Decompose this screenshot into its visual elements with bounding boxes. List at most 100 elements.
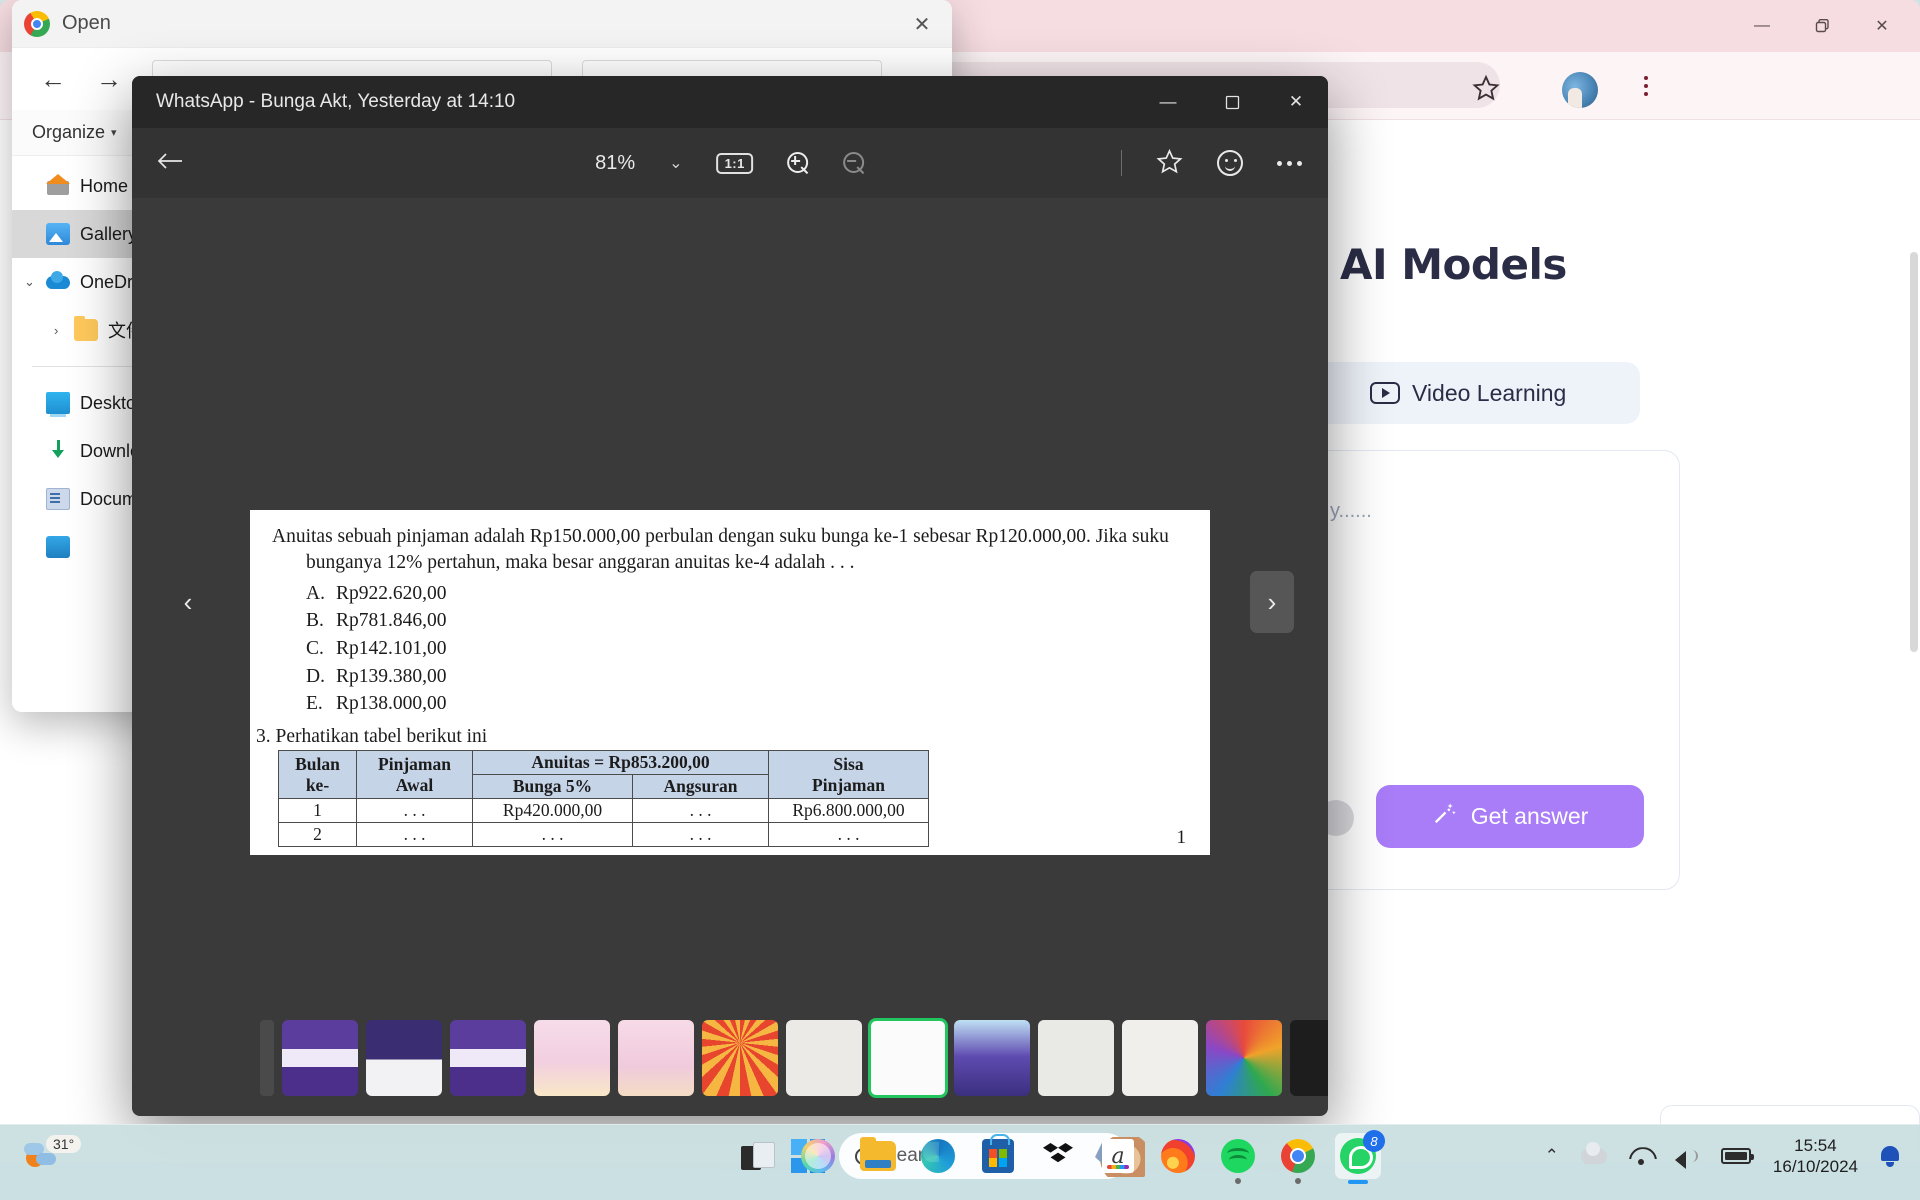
chevron-down-icon[interactable]: ▾ [111, 126, 117, 139]
taskbar-app-amazon[interactable]: a [1095, 1133, 1141, 1179]
header-bunga: Bunga 5% [472, 774, 633, 800]
taskbar-app-copilot[interactable] [795, 1133, 841, 1179]
favorite-star-icon[interactable] [1156, 148, 1183, 179]
thumbnail-pilan-prestasi-mahasiswa-qr-poster[interactable] [618, 1020, 694, 1096]
dropbox-icon [1043, 1143, 1073, 1163]
previous-image-button[interactable]: ‹ [166, 571, 210, 633]
anuitas-table: Bulan ke- Pinjaman Awal Anuitas = Rp853.… [278, 750, 929, 848]
open-dialog-close-button[interactable]: ✕ [900, 6, 944, 42]
gallery-icon [46, 223, 70, 245]
photos-close-button[interactable]: ✕ [1264, 76, 1328, 128]
restore-icon [1815, 18, 1829, 32]
header-sisa-pinjaman: Sisa Pinjaman [768, 750, 929, 800]
zoom-out-icon[interactable] [842, 152, 865, 174]
thumbnail-document-scan-2[interactable] [1038, 1020, 1114, 1096]
taskbar-app-task-view[interactable] [735, 1133, 781, 1179]
chrome-restore-button[interactable] [1792, 3, 1852, 49]
bell-icon[interactable] [1880, 1145, 1900, 1168]
photos-zoom-controls: 81% ⌄ 1:1 [595, 152, 865, 175]
chevron-down-icon[interactable]: ⌄ [669, 153, 682, 173]
document-image: Anuitas sebuah pinjaman adalah Rp150.000… [250, 510, 1210, 855]
header-anuitas-group: Anuitas = Rp853.200,00 [472, 750, 769, 776]
sidebar-label-gallery: Gallery [80, 223, 138, 244]
chrome-profile-avatar[interactable] [1562, 72, 1598, 108]
option-c: C. Rp142.101,00 [306, 638, 447, 659]
document-page-number: 1 [1176, 827, 1187, 848]
forward-arrow-icon[interactable]: → [96, 64, 122, 95]
next-image-button[interactable]: › [1250, 571, 1294, 633]
zoom-in-icon[interactable] [786, 152, 809, 174]
thumbnail-pilan-prestasi-mahasiswa-poster[interactable] [534, 1020, 610, 1096]
photos-window-controls: — ✕ [1136, 76, 1328, 128]
question-2-options: A. Rp922.620,00 B. Rp781.846,00 C. Rp142… [272, 580, 1188, 718]
taskbar-app-dropbox[interactable] [1035, 1133, 1081, 1179]
option-a: A. Rp922.620,00 [306, 582, 447, 604]
thumbnail-document-scan-3[interactable] [1122, 1020, 1198, 1096]
bookmark-star-icon[interactable] [1472, 74, 1500, 107]
thumbnail-spin-wheel-screenshot[interactable] [1206, 1020, 1282, 1096]
clock-time: 15:54 [1794, 1136, 1837, 1155]
taskbar-app-icons: a 8 [735, 1130, 1385, 1184]
actual-size-button[interactable]: 1:1 [716, 152, 753, 174]
home-icon [46, 174, 70, 197]
header-pinjaman-awal: Pinjaman Awal [356, 750, 473, 800]
page-title: AI Models [1340, 240, 1567, 289]
system-tray: ⌃ 15:54 16/10/2024 [1545, 1135, 1900, 1178]
chrome-three-dot-menu-icon[interactable] [1644, 76, 1648, 96]
thumbnail-webinar-nasional-poster[interactable] [954, 1020, 1030, 1096]
wifi-icon[interactable] [1629, 1147, 1653, 1166]
header-bulan: Bulan ke- [278, 750, 357, 800]
taskbar-app-google-chrome[interactable] [1275, 1133, 1321, 1184]
cloud-icon[interactable] [1580, 1142, 1607, 1165]
back-arrow-icon[interactable] [156, 148, 184, 179]
more-options-icon[interactable] [1277, 160, 1302, 166]
get-answer-button[interactable]: Get answer [1376, 785, 1644, 848]
photos-titlebar: WhatsApp - Bunga Akt, Yesterday at 14:10… [132, 76, 1328, 128]
photos-image-stage: ‹ › Anuitas sebuah pinjaman adalah Rp150… [132, 198, 1328, 1006]
taskbar-app-whatsapp[interactable]: 8 [1335, 1130, 1385, 1184]
thumbnail-document-scan-1[interactable] [786, 1020, 862, 1096]
documents-icon [46, 488, 70, 510]
thumbnail-fotografi-poster[interactable] [366, 1020, 442, 1096]
whatsapp-unread-badge: 8 [1363, 1130, 1385, 1152]
sidebar-label-home: Home [80, 175, 129, 196]
taskbar-app-spotify[interactable] [1215, 1133, 1261, 1184]
battery-icon[interactable] [1720, 1148, 1754, 1165]
table-row: 1 . . . Rp420.000,00 . . . Rp6.800.000,0… [278, 798, 929, 824]
photos-filmstrip[interactable] [132, 1006, 1328, 1110]
taskbar-app-firefox[interactable] [1155, 1133, 1201, 1179]
volume-icon[interactable] [1674, 1147, 1699, 1170]
taskbar-clock[interactable]: 15:54 16/10/2024 [1773, 1135, 1858, 1178]
photos-maximize-button[interactable] [1200, 76, 1264, 128]
smiley-reaction-icon[interactable] [1217, 150, 1243, 176]
page-scrollbar[interactable] [1910, 252, 1918, 652]
magic-wand-icon [1432, 801, 1457, 833]
clock-date: 16/10/2024 [1772, 1157, 1858, 1177]
chrome-minimize-button[interactable]: — [1732, 3, 1792, 49]
taskbar-app-file-explorer[interactable] [855, 1133, 901, 1179]
chrome-close-button[interactable]: ✕ [1852, 3, 1912, 49]
folder-icon [74, 316, 98, 341]
zoom-level-label[interactable]: 81% [595, 152, 635, 175]
desktop-icon [46, 392, 70, 417]
chevron-up-icon[interactable]: ⌃ [1545, 1146, 1559, 1166]
thumbnail-anuitas-document[interactable] [868, 1018, 948, 1098]
open-dialog-title: Open [62, 12, 111, 34]
thumbnail-kompetisi-debat-poster[interactable] [282, 1020, 358, 1096]
header-angsuran: Angsuran [632, 774, 769, 800]
downloads-icon [46, 440, 70, 462]
photos-minimize-button[interactable]: — [1136, 76, 1200, 128]
thumbnail-kompetisi-debat-poster-2[interactable] [450, 1020, 526, 1096]
chevron-down-icon[interactable]: ⌄ [24, 274, 35, 290]
photos-window-title: WhatsApp - Bunga Akt, Yesterday at 14:10 [156, 91, 516, 112]
thumbnail-dark-screenshot[interactable] [1290, 1020, 1328, 1096]
table-row: 2 . . . . . . . . . . . . [278, 822, 929, 848]
organize-button[interactable]: Organize [32, 122, 105, 143]
taskbar-app-microsoft-store[interactable] [975, 1133, 1021, 1179]
taskbar-app-microsoft-edge[interactable] [915, 1133, 961, 1179]
chevron-right-icon[interactable]: › [54, 323, 58, 338]
toolbar-separator [1121, 150, 1122, 176]
taskbar-weather-widget[interactable]: 31° [24, 1135, 82, 1169]
thumbnail-pom-poster[interactable] [702, 1020, 778, 1096]
back-arrow-icon[interactable]: ← [40, 64, 66, 95]
